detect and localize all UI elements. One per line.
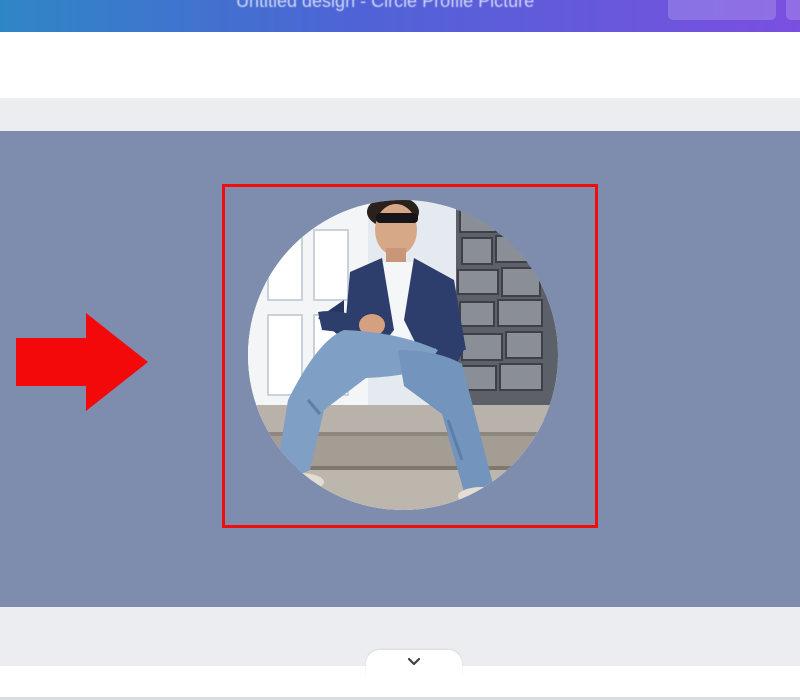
red-highlight-box — [222, 184, 598, 528]
editor-top-bar: Untitled design - Circle Profile Picture — [0, 0, 800, 32]
share-button[interactable] — [786, 0, 800, 20]
document-title[interactable]: Untitled design - Circle Profile Picture — [236, 0, 534, 12]
arrow-right-icon — [16, 313, 148, 411]
chevron-down-icon — [407, 657, 421, 666]
topbar-button[interactable] — [668, 0, 776, 20]
editor-toolbar — [0, 32, 800, 98]
expand-pages-tab[interactable] — [366, 650, 462, 676]
